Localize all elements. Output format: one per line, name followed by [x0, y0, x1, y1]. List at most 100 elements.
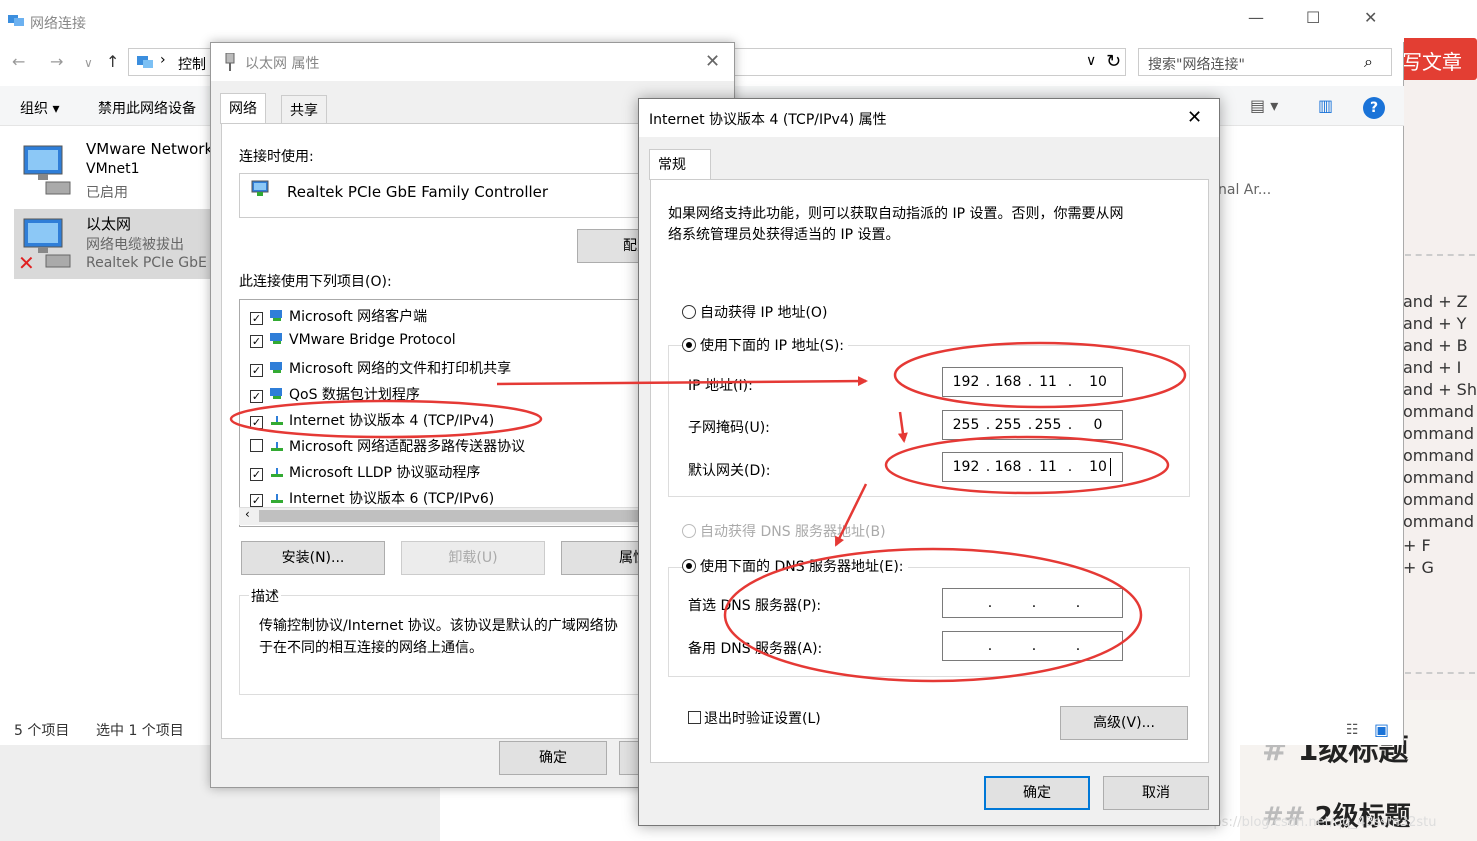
scrollbar-thumb[interactable] [259, 510, 659, 522]
description-label: 描述 [249, 586, 281, 606]
checkbox[interactable]: ✓ [250, 468, 263, 481]
list-item[interactable]: ✓ VMware Bridge Protocol [250, 332, 456, 354]
radio-button[interactable] [682, 559, 696, 573]
auto-dns-radio[interactable]: 自动获得 DNS 服务器地址(B) [682, 521, 886, 541]
divider [1405, 254, 1475, 256]
window-title: 网络连接 [30, 16, 86, 32]
radio-button[interactable] [682, 524, 696, 538]
ip-dot: . [987, 638, 993, 654]
advanced-button[interactable]: 高级(V)... [1060, 706, 1188, 740]
manual-dns-radio[interactable]: 使用下面的 DNS 服务器地址(E): [682, 556, 908, 576]
protocol-icon [271, 494, 283, 503]
protocol-icon [271, 468, 283, 477]
shortcut-line: ommand [1403, 424, 1475, 443]
checkbox[interactable]: ✓ [250, 335, 263, 348]
adapter-status: 网络电缆被拔出 [86, 237, 184, 253]
cancel-button[interactable]: 取消 [1103, 776, 1209, 810]
checkbox[interactable]: ✓ [250, 390, 263, 403]
close-icon[interactable]: ✕ [705, 51, 720, 72]
shortcut-line: ommand [1403, 512, 1475, 531]
list-item-ipv4[interactable]: ✓ Internet 协议版本 4 (TCP/IPv4) [250, 410, 494, 432]
ip-octet: 0 [1093, 417, 1103, 433]
search-icon[interactable]: ⌕ [1364, 52, 1373, 72]
install-button[interactable]: 安装(N)... [241, 541, 385, 575]
tab-network[interactable]: 网络 [220, 93, 266, 124]
intro-line-2: 络系统管理员处获得适当的 IP 设置。 [668, 227, 900, 243]
write-article-button[interactable]: 写文章 [1400, 38, 1477, 80]
title-bar [0, 0, 1404, 42]
shortcut-line: and + Z [1403, 292, 1468, 311]
auto-ip-radio[interactable]: 自动获得 IP 地址(O) [682, 302, 827, 322]
ip-address-field[interactable]: 192 . 168 . 11 . 10 [942, 367, 1123, 397]
tab-sharing[interactable]: 共享 [281, 95, 327, 123]
gateway-field[interactable]: 192 . 168 . 11 . 10 [942, 452, 1123, 482]
checkbox[interactable] [250, 439, 263, 452]
ip-octet: 168 [994, 374, 1022, 390]
network-client-icon [270, 333, 282, 344]
list-item[interactable]: ✓ Microsoft 网络客户端 [250, 306, 427, 328]
list-item[interactable]: ✓ Microsoft LLDP 协议驱动程序 [250, 462, 480, 484]
subnet-mask-field[interactable]: 255 . 255 . 255 . 0 [942, 410, 1123, 440]
change-view-icon[interactable]: ▤ ▾ [1250, 96, 1278, 115]
item-label: VMware Bridge Protocol [289, 332, 456, 348]
help-icon[interactable]: ? [1363, 97, 1385, 119]
refresh-icon[interactable]: ↻ [1106, 51, 1121, 72]
uninstall-button[interactable]: 卸载(U) [401, 541, 545, 575]
minimize-button[interactable]: — [1248, 8, 1264, 27]
ip-dot: . [1075, 638, 1081, 654]
tab-general[interactable]: 常规 [649, 149, 711, 180]
alternate-dns-field[interactable]: . . . [942, 631, 1123, 661]
checkbox[interactable] [688, 711, 701, 724]
large-icons-view-icon[interactable]: ▣ [1374, 720, 1389, 739]
shortcut-line: and + I [1403, 358, 1462, 377]
ip-octet: 192 [952, 459, 980, 475]
checkbox[interactable]: ✓ [250, 364, 263, 377]
radio-button[interactable] [682, 305, 696, 319]
list-item[interactable]: ✓ QoS 数据包计划程序 [250, 384, 420, 406]
items-label: 此连接使用下列项目(O): [239, 274, 392, 290]
adapter-ethernet[interactable]: ✕ 以太网 网络电缆被拔出 Realtek PCIe GbE [14, 209, 214, 279]
search-placeholder: 搜索"网络连接" [1148, 57, 1245, 73]
maximize-button[interactable]: ☐ [1306, 8, 1320, 27]
disable-device-button[interactable]: 禁用此网络设备 [98, 98, 196, 118]
checkbox[interactable]: ✓ [250, 494, 263, 507]
radio-button[interactable] [682, 338, 696, 352]
network-client-icon [270, 362, 282, 373]
preferred-dns-label: 首选 DNS 服务器(P): [688, 598, 822, 614]
checkbox[interactable]: ✓ [250, 312, 263, 325]
dialog-title: 以太网 属性 [245, 56, 320, 72]
ok-button[interactable]: 确定 [984, 776, 1090, 810]
adapter-name: VMware Network [86, 140, 214, 158]
up-arrow-icon[interactable]: ↑ [106, 52, 119, 71]
ip-octet: 255 [994, 417, 1022, 433]
adapter-device-truncated: nal Ar... [1218, 182, 1272, 198]
list-item[interactable]: Microsoft 网络适配器多路传送器协议 [250, 436, 525, 458]
close-button[interactable]: ✕ [1364, 8, 1377, 27]
shortcut-line: and + B [1403, 336, 1468, 355]
item-label: Internet 协议版本 6 (TCP/IPv6) [289, 491, 495, 507]
breadcrumb[interactable]: 控制 [178, 54, 206, 74]
address-dropdown-icon[interactable]: ∨ [1086, 53, 1096, 69]
back-arrow-icon[interactable]: ← [12, 52, 25, 71]
validate-checkbox[interactable]: 退出时验证设置(L) [688, 708, 821, 728]
manual-ip-radio[interactable]: 使用下面的 IP 地址(S): [682, 335, 848, 355]
list-item[interactable]: ✓ Microsoft 网络的文件和打印机共享 [250, 358, 511, 380]
ok-button[interactable]: 确定 [499, 741, 607, 775]
checkbox[interactable]: ✓ [250, 416, 263, 429]
breadcrumb-separator-icon: › [160, 52, 166, 68]
close-icon[interactable]: ✕ [1187, 107, 1202, 128]
details-view-icon[interactable]: ☷ [1346, 722, 1359, 738]
recent-chevron-icon[interactable]: ∨ [84, 56, 93, 70]
ip-dot: . [1067, 374, 1073, 390]
preview-pane-icon[interactable]: ▥ [1318, 96, 1333, 115]
scroll-left-icon[interactable]: ‹ [245, 507, 250, 521]
components-list[interactable]: ✓ Microsoft 网络客户端 ✓ VMware Bridge Protocol… [239, 299, 659, 527]
forward-arrow-icon[interactable]: → [50, 52, 63, 71]
checkbox-label: 退出时验证设置(L) [704, 711, 821, 727]
preferred-dns-field[interactable]: . . . [942, 588, 1123, 618]
divider [1405, 672, 1475, 674]
adapter-vmnet1[interactable]: VMware Network VMnet1 已启用 [14, 136, 214, 206]
item-label: Internet 协议版本 4 (TCP/IPv4) [289, 413, 495, 429]
ip-octet: 11 [1039, 459, 1057, 475]
organize-menu[interactable]: 组织 ▾ [20, 98, 59, 118]
